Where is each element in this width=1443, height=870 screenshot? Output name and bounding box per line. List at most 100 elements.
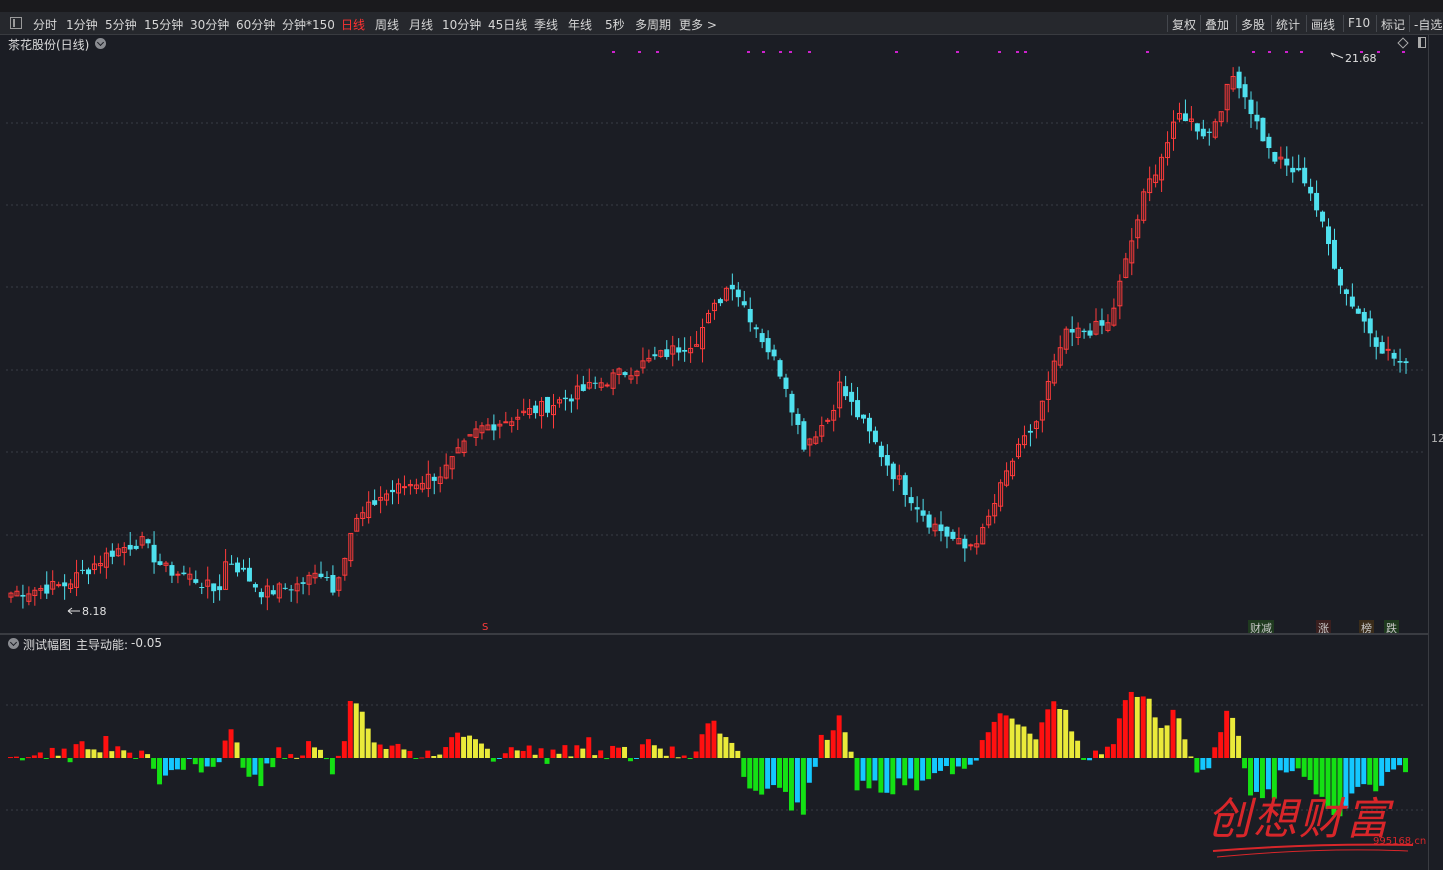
toolbar-button[interactable]: 画线: [1311, 16, 1335, 33]
momentum-bar: [1188, 756, 1194, 758]
momentum-bar: [1176, 718, 1182, 758]
toolbar-button[interactable]: 叠加: [1205, 16, 1229, 33]
period-button[interactable]: 日线: [341, 16, 365, 33]
candle-body: [175, 573, 181, 576]
period-button[interactable]: 30分钟: [190, 16, 229, 33]
period-button[interactable]: 5分钟: [105, 16, 137, 33]
candlestick-chart[interactable]: [0, 35, 1428, 633]
momentum-bar: [508, 747, 514, 758]
candle-body: [968, 544, 974, 547]
momentum-bar: [276, 747, 282, 758]
period-button[interactable]: 月线: [409, 16, 433, 33]
momentum-bar: [288, 754, 294, 758]
momentum-bar: [97, 752, 103, 758]
momentum-bar: [67, 758, 73, 763]
momentum-bar: [1003, 715, 1009, 758]
toolbar-separator: [1167, 15, 1168, 32]
momentum-bar: [1116, 718, 1122, 758]
toolbar-button[interactable]: 复权: [1172, 16, 1196, 33]
momentum-bar: [860, 758, 866, 781]
candle-body: [622, 372, 628, 376]
candle-body: [938, 524, 944, 532]
period-button[interactable]: 更多 >: [679, 16, 717, 33]
sidebar-toggle-icon[interactable]: [10, 17, 22, 29]
momentum-bar: [1212, 747, 1218, 758]
period-button[interactable]: 年线: [568, 16, 592, 33]
momentum-bar: [687, 758, 693, 759]
momentum-bar: [526, 745, 532, 758]
momentum-bar: [1361, 758, 1367, 785]
toolbar-button[interactable]: 统计: [1276, 16, 1300, 33]
candle-body: [211, 583, 217, 592]
period-button[interactable]: 1分钟: [66, 16, 98, 33]
momentum-bar: [1218, 732, 1224, 758]
main-chart-panel[interactable]: 茶花股份(日线) 21.68 8.18 S 财减 涨 榜 跌: [0, 35, 1428, 636]
momentum-bar: [1110, 744, 1116, 758]
period-button[interactable]: 周线: [375, 16, 399, 33]
momentum-bar: [1301, 758, 1307, 777]
signal-marker: [998, 51, 1001, 53]
momentum-bar: [484, 748, 490, 758]
candle-body: [151, 544, 157, 563]
momentum-bar: [252, 758, 258, 775]
candle-body: [169, 565, 175, 576]
signal-marker: [1285, 51, 1288, 53]
toolbar-separator: [1343, 15, 1344, 32]
period-button[interactable]: 45日线: [488, 16, 527, 33]
candle-body: [866, 417, 872, 432]
toolbar-button[interactable]: 标记: [1381, 16, 1405, 33]
momentum-bar: [1015, 724, 1021, 758]
momentum-bar: [1355, 758, 1361, 787]
momentum-bar: [246, 758, 252, 777]
momentum-bar: [622, 746, 628, 758]
candle-body: [682, 349, 688, 352]
momentum-bar: [1248, 758, 1253, 796]
momentum-bar: [979, 740, 985, 758]
momentum-bar: [961, 758, 967, 769]
indicator-panel[interactable]: 测试幅图 主导动能: -0.05: [0, 635, 1428, 870]
period-button[interactable]: 5秒: [605, 16, 625, 33]
momentum-bar: [467, 735, 473, 758]
candle-body: [1355, 308, 1361, 314]
candle-body: [795, 413, 801, 425]
momentum-bar: [300, 755, 306, 758]
period-button[interactable]: 15分钟: [144, 16, 183, 33]
momentum-bar: [1075, 740, 1081, 758]
momentum-bar: [395, 743, 401, 758]
period-button[interactable]: 分时: [33, 16, 57, 33]
candle-body: [157, 561, 163, 565]
momentum-bar: [1134, 696, 1140, 758]
momentum-bar: [473, 739, 478, 758]
momentum-bar: [848, 751, 854, 758]
period-button[interactable]: 60分钟: [236, 16, 275, 33]
momentum-bar: [896, 758, 902, 779]
momentum-bar: [318, 749, 323, 758]
momentum-bar: [1385, 758, 1391, 772]
period-button[interactable]: 多周期: [635, 16, 671, 33]
period-button[interactable]: 10分钟: [442, 16, 481, 33]
momentum-bar: [1259, 758, 1265, 799]
candle-body: [1308, 186, 1314, 194]
momentum-bar: [639, 744, 645, 758]
momentum-bar: [1277, 758, 1283, 771]
period-button[interactable]: 季线: [534, 16, 558, 33]
candle-body: [1236, 71, 1242, 89]
momentum-bar: [628, 758, 633, 762]
momentum-bar: [168, 758, 174, 771]
toolbar-separator: [1376, 15, 1377, 32]
momentum-bar: [681, 755, 687, 758]
candle-body: [592, 382, 598, 384]
candle-body: [962, 538, 968, 549]
momentum-bar-chart[interactable]: [0, 635, 1428, 870]
candle-body: [914, 507, 920, 510]
toolbar-button[interactable]: F10: [1348, 16, 1370, 30]
min-price-label: 8.18: [82, 605, 107, 618]
signal-marker: [638, 51, 641, 53]
momentum-bar: [192, 758, 198, 765]
toolbar-button[interactable]: -自选: [1414, 16, 1442, 33]
period-button[interactable]: 分钟*150: [282, 16, 335, 33]
candle-body: [85, 569, 91, 575]
toolbar-button[interactable]: 多股: [1241, 16, 1265, 33]
momentum-bar: [127, 752, 133, 758]
candle-body: [771, 349, 777, 357]
